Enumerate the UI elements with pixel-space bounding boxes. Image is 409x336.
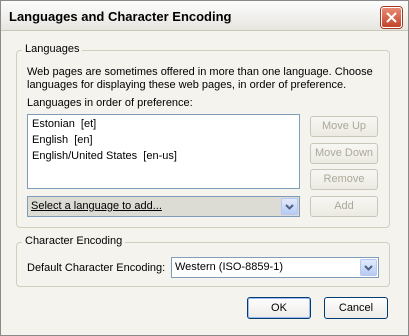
chevron-down-icon bbox=[364, 265, 373, 271]
list-item[interactable]: English/United States [en-us] bbox=[32, 148, 177, 164]
order-label: Languages in order of preference: bbox=[27, 97, 193, 109]
encoding-label: Default Character Encoding: bbox=[27, 262, 166, 274]
move-up-button[interactable]: Move Up bbox=[310, 116, 378, 137]
ok-button[interactable]: OK bbox=[247, 297, 311, 319]
window-title: Languages and Character Encoding bbox=[9, 9, 232, 24]
title-bar[interactable]: Languages and Character Encoding bbox=[1, 1, 408, 31]
add-language-select[interactable]: Select a language to add... bbox=[27, 196, 300, 217]
add-button[interactable]: Add bbox=[310, 196, 378, 217]
remove-button[interactable]: Remove bbox=[310, 169, 378, 190]
languages-description: Web pages are sometimes offered in more … bbox=[27, 66, 373, 91]
chevron-down-icon bbox=[285, 204, 294, 210]
close-icon bbox=[386, 12, 397, 23]
add-language-dropdown-button[interactable] bbox=[281, 198, 298, 215]
languages-listbox[interactable]: Estonian [et] English [en] English/Unite… bbox=[27, 114, 300, 189]
list-item[interactable]: Estonian [et] bbox=[32, 116, 96, 132]
move-down-button[interactable]: Move Down bbox=[310, 143, 378, 164]
encoding-dropdown-button[interactable] bbox=[360, 259, 377, 276]
add-language-value: Select a language to add... bbox=[31, 200, 162, 212]
list-item[interactable]: English [en] bbox=[32, 132, 93, 148]
languages-legend: Languages bbox=[22, 43, 83, 55]
cancel-button[interactable]: Cancel bbox=[324, 297, 388, 319]
encoding-select[interactable]: Western (ISO-8859-1) bbox=[171, 257, 379, 278]
encoding-legend: Character Encoding bbox=[22, 235, 126, 247]
close-button[interactable] bbox=[381, 7, 402, 28]
encoding-value: Western (ISO-8859-1) bbox=[175, 261, 284, 273]
